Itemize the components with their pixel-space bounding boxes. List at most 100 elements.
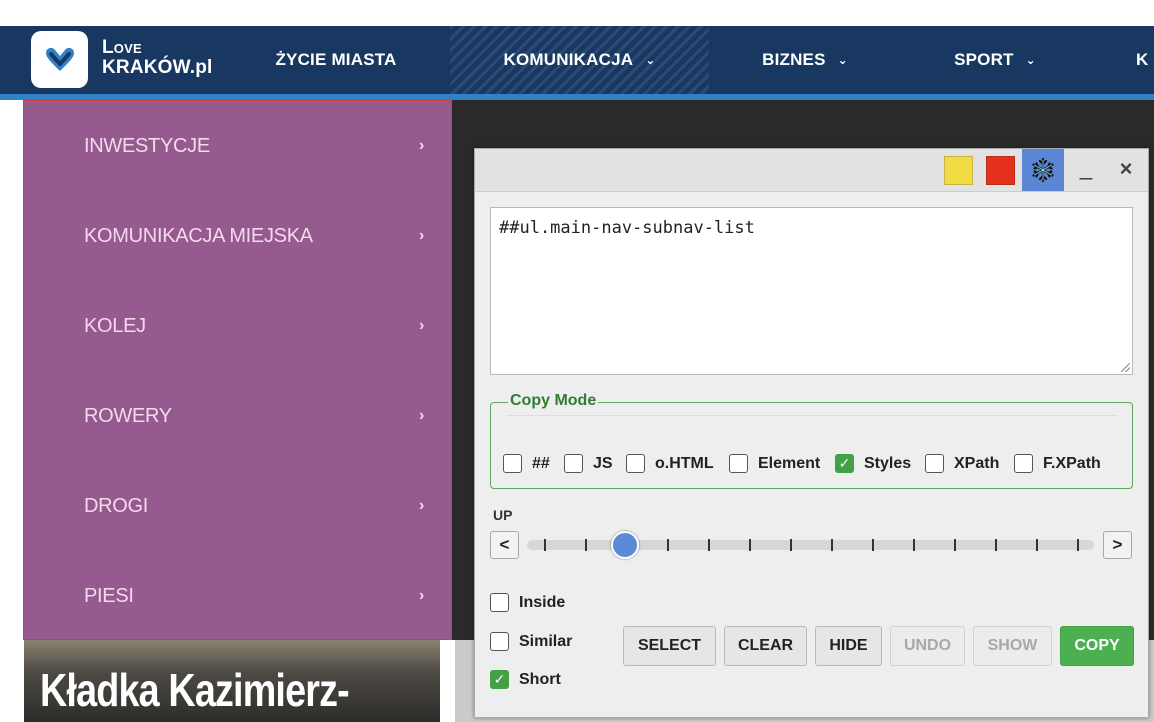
similar-checkbox[interactable]: Similar — [490, 632, 572, 651]
submenu-item-drogi[interactable]: DROGI › — [84, 461, 424, 551]
copy-button[interactable]: COPY — [1060, 626, 1134, 666]
checkbox-label: Short — [519, 670, 561, 688]
check-icon[interactable]: ✓ — [835, 454, 854, 473]
copy-mode-ohtml-checkbox[interactable]: o.HTML — [626, 454, 714, 473]
checkbox-label: Styles — [864, 454, 912, 472]
slider-tick — [995, 539, 997, 551]
submenu-item-komunikacja-miejska[interactable]: KOMUNIKACJA MIEJSKA › — [84, 191, 424, 281]
article-headline[interactable]: Kładka Kazimierz- — [40, 662, 350, 718]
red-highlight-button[interactable] — [986, 156, 1015, 185]
checkbox-box[interactable] — [490, 593, 509, 612]
copy-mode-fxpath-checkbox[interactable]: F.XPath — [1014, 454, 1101, 473]
short-checkbox[interactable]: ✓ Short — [490, 670, 561, 689]
select-button[interactable]: SELECT — [623, 626, 716, 666]
checkbox-label: o.HTML — [655, 454, 714, 472]
submenu-item-label: ROWERY — [84, 404, 172, 427]
logo-line-1: Love — [102, 37, 142, 58]
checkbox-box[interactable] — [626, 454, 645, 473]
submenu-item-rowery[interactable]: ROWERY › — [84, 371, 424, 461]
check-icon[interactable]: ✓ — [490, 670, 509, 689]
chevron-right-icon: › — [418, 407, 424, 424]
slider-tick — [831, 539, 833, 551]
copy-mode-group: Copy Mode ## JS o.HTML Element ✓ Styles … — [490, 392, 1133, 489]
clear-button[interactable]: CLEAR — [724, 626, 807, 666]
nav-item-biznes[interactable]: BIZNES ⌄ — [740, 26, 870, 94]
checkbox-label: Similar — [519, 632, 573, 650]
checkbox-label: F.XPath — [1043, 454, 1101, 472]
checkbox-box[interactable] — [925, 454, 944, 473]
slider-tick — [749, 539, 751, 551]
yellow-highlight-button[interactable] — [944, 156, 973, 185]
undo-button[interactable]: UNDO — [890, 626, 965, 666]
submenu-item-piesi[interactable]: PIESI › — [84, 551, 424, 641]
checkbox-label: XPath — [954, 454, 1000, 472]
logo-line-2: KRAKÓW.pl — [102, 57, 213, 78]
copy-mode-js-checkbox[interactable]: JS — [564, 454, 613, 473]
show-button[interactable]: SHOW — [973, 626, 1052, 666]
nav-item-label: SPORT — [954, 50, 1014, 69]
nav-item-label: BIZNES — [762, 50, 826, 69]
checkbox-box[interactable] — [729, 454, 748, 473]
selector-textarea[interactable]: ##ul.main-nav-subnav-list — [490, 207, 1133, 375]
checkbox-label: JS — [593, 454, 613, 472]
level-slider-thumb[interactable] — [611, 531, 639, 559]
chevron-right-icon: › — [418, 587, 424, 604]
selector-text: ##ul.main-nav-subnav-list — [499, 218, 755, 238]
checkbox-label: Inside — [519, 593, 566, 611]
copy-mode-hash-checkbox[interactable]: ## — [503, 454, 550, 473]
submenu-item-inwestycje[interactable]: INWESTYCJE › — [84, 101, 424, 191]
submenu-item-kolej[interactable]: KOLEJ › — [84, 281, 424, 371]
heart-logo-icon — [45, 47, 74, 71]
checkbox-label: Element — [758, 454, 821, 472]
copy-mode-element-checkbox[interactable]: Element — [729, 454, 820, 473]
submenu-item-label: DROGI — [84, 494, 149, 517]
minimize-button[interactable]: _ — [1075, 155, 1097, 185]
snowflake-icon — [1032, 157, 1054, 183]
level-next-button[interactable]: > — [1103, 531, 1132, 559]
checkbox-label: ## — [532, 454, 550, 472]
checkbox-box[interactable] — [564, 454, 583, 473]
close-button[interactable]: × — [1115, 157, 1137, 183]
site-logo-text[interactable]: Love KRAKÓW.pl — [102, 38, 213, 78]
checkbox-box[interactable] — [503, 454, 522, 473]
nav-item-zycie-miasta[interactable]: ŻYCIE MIASTA — [250, 26, 422, 94]
level-prev-button[interactable]: < — [490, 531, 519, 559]
copy-mode-legend: Copy Mode — [508, 392, 599, 410]
copy-mode-divider — [507, 415, 1117, 416]
slider-tick — [872, 539, 874, 551]
element-picker-panel: _ × ##ul.main-nav-subnav-list Copy Mode … — [474, 148, 1149, 718]
nav-item-partial[interactable]: K — [1136, 26, 1154, 94]
main-nav-subnav-list: INWESTYCJE › KOMUNIKACJA MIEJSKA › KOLEJ… — [23, 100, 452, 640]
up-label: UP — [493, 507, 513, 523]
slider-tick — [954, 539, 956, 551]
nav-item-label: K — [1136, 50, 1149, 69]
slider-tick — [1077, 539, 1079, 551]
submenu-item-label: KOLEJ — [84, 314, 146, 337]
submenu-item-label: PIESI — [84, 584, 134, 607]
submenu-item-label: KOMUNIKACJA MIEJSKA — [84, 224, 313, 247]
nav-item-label: ŻYCIE MIASTA — [275, 50, 397, 69]
chevron-right-icon: › — [418, 227, 424, 244]
submenu-item-label: INWESTYCJE — [84, 134, 210, 157]
nav-item-label: KOMUNIKACJA — [503, 50, 634, 69]
chevron-down-icon: ⌄ — [1025, 53, 1036, 67]
slider-tick — [708, 539, 710, 551]
copy-mode-xpath-checkbox[interactable]: XPath — [925, 454, 999, 473]
article-thumbnail[interactable]: Kładka Kazimierz- — [24, 640, 440, 722]
chevron-down-icon: ⌄ — [837, 53, 848, 67]
slider-tick — [1036, 539, 1038, 551]
freeze-button[interactable] — [1022, 149, 1064, 191]
slider-tick — [544, 539, 546, 551]
slider-tick — [790, 539, 792, 551]
resize-grip-icon[interactable] — [1121, 363, 1130, 372]
slider-tick — [913, 539, 915, 551]
panel-header[interactable]: _ × — [475, 149, 1148, 192]
checkbox-box[interactable] — [490, 632, 509, 651]
checkbox-box[interactable] — [1014, 454, 1033, 473]
site-logo[interactable] — [31, 31, 88, 88]
nav-item-komunikacja[interactable]: KOMUNIKACJA ⌄ — [450, 26, 709, 94]
hide-button[interactable]: HIDE — [815, 626, 882, 666]
inside-checkbox[interactable]: Inside — [490, 593, 565, 612]
copy-mode-styles-checkbox[interactable]: ✓ Styles — [835, 454, 911, 473]
nav-item-sport[interactable]: SPORT ⌄ — [930, 26, 1060, 94]
